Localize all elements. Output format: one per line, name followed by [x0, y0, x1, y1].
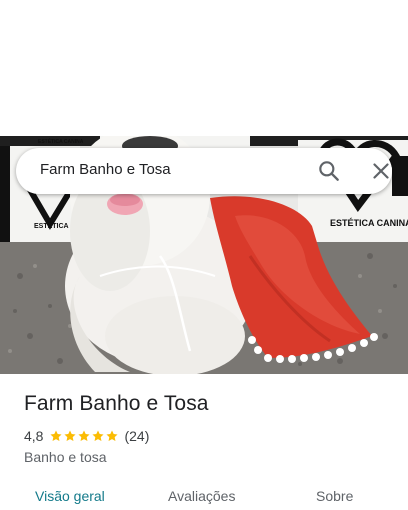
search-query-text[interactable]: Farm Banho e Tosa: [40, 161, 171, 178]
star-icon: [78, 430, 91, 441]
map-blank-area: [0, 0, 408, 136]
tab-reviews[interactable]: Avaliações: [168, 488, 235, 504]
star-icon: [106, 430, 119, 441]
place-category: Banho e tosa: [24, 449, 107, 465]
rating-value: 4,8: [24, 428, 44, 444]
star-icon: [64, 430, 77, 441]
review-count[interactable]: (24): [124, 428, 149, 444]
star-rating: [49, 429, 119, 443]
place-tabs: Visão geral Avaliações Sobre: [0, 480, 408, 510]
sign-text-right: ESTÉTICA CANINA: [330, 218, 408, 228]
place-title: Farm Banho e Tosa: [24, 392, 209, 415]
close-icon[interactable]: [368, 158, 394, 184]
tab-about[interactable]: Sobre: [316, 488, 353, 504]
sign-text-top: ESTÉTICA CANINA: [38, 137, 84, 145]
star-icon: [92, 430, 105, 441]
rating-row[interactable]: 4,8 (24): [24, 428, 149, 444]
search-icon[interactable]: [316, 158, 342, 184]
search-bar[interactable]: Farm Banho e Tosa: [16, 148, 392, 194]
star-icon: [50, 430, 63, 441]
tab-overview[interactable]: Visão geral: [35, 488, 105, 504]
